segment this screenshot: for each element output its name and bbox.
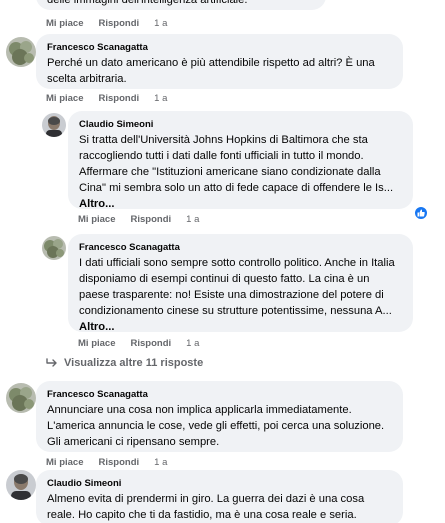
timestamp[interactable]: 1 a	[186, 214, 199, 225]
reply-bubble: Claudio Simeoni Si tratta dell'Universit…	[68, 111, 413, 212]
like-link[interactable]: Mi piace	[78, 214, 116, 225]
see-more-link[interactable]: Altro...	[79, 196, 402, 212]
reply-link[interactable]: Rispondi	[99, 93, 140, 104]
avatar[interactable]	[42, 113, 66, 137]
comment-text: Annunciare una cosa non implica applicar…	[47, 404, 385, 448]
author-name[interactable]: Francesco Scanagatta	[47, 388, 392, 401]
like-thumb-icon	[417, 209, 425, 217]
view-more-replies-label: Visualizza altre 11 risposte	[64, 357, 204, 369]
timestamp[interactable]: 1 a	[154, 93, 167, 104]
view-more-replies-link[interactable]: Visualizza altre 11 risposte	[46, 357, 203, 369]
timestamp[interactable]: 1 a	[154, 18, 167, 29]
like-link[interactable]: Mi piace	[46, 18, 84, 29]
comment-actions: Mi piace Rispondi 1 a	[46, 93, 167, 104]
comment-text: Almeno evita di prendermi in giro. La gu…	[47, 493, 365, 521]
author-name[interactable]: Francesco Scanagatta	[47, 41, 392, 54]
comment-bubble: Claudio Simeoni Almeno evita di prenderm…	[36, 470, 403, 523]
reply-text: Si tratta dell'Università Johns Hopkins …	[79, 134, 394, 194]
comment-text: Perché un dato americano è più attendibi…	[47, 57, 375, 85]
previous-comment-text: delle immagini dell'intelligenza artific…	[47, 0, 248, 6]
reply-arrow-icon	[46, 358, 57, 367]
reply-actions: Mi piace Rispondi 1 a	[78, 338, 199, 349]
timestamp[interactable]: 1 a	[154, 457, 167, 468]
reply-link[interactable]: Rispondi	[131, 214, 172, 225]
avatar[interactable]	[6, 383, 36, 413]
like-reaction-badge[interactable]	[414, 206, 428, 220]
avatar[interactable]	[6, 37, 36, 67]
comment-bubble: Francesco Scanagatta Annunciare una cosa…	[36, 381, 403, 452]
previous-comment-bubble: delle immagini dell'intelligenza artific…	[36, 0, 326, 10]
reply-text: I dati ufficiali sono sempre sotto contr…	[79, 257, 395, 317]
author-name[interactable]: Claudio Simeoni	[79, 118, 402, 131]
previous-comment-actions: Mi piace Rispondi 1 a	[46, 18, 167, 29]
avatar[interactable]	[6, 470, 36, 500]
reply-actions: Mi piace Rispondi 1 a	[78, 214, 199, 225]
comment-actions: Mi piace Rispondi 1 a	[46, 457, 167, 468]
see-more-link[interactable]: Altro...	[79, 319, 402, 335]
reply-link[interactable]: Rispondi	[99, 18, 140, 29]
reply-bubble: Francesco Scanagatta I dati ufficiali so…	[68, 234, 413, 335]
timestamp[interactable]: 1 a	[186, 338, 199, 349]
avatar[interactable]	[42, 236, 66, 260]
comment-bubble: Francesco Scanagatta Perché un dato amer…	[36, 34, 403, 89]
author-name[interactable]: Francesco Scanagatta	[79, 241, 402, 254]
like-link[interactable]: Mi piace	[46, 93, 84, 104]
reply-link[interactable]: Rispondi	[131, 338, 172, 349]
like-link[interactable]: Mi piace	[78, 338, 116, 349]
reply-link[interactable]: Rispondi	[99, 457, 140, 468]
like-link[interactable]: Mi piace	[46, 457, 84, 468]
author-name[interactable]: Claudio Simeoni	[47, 477, 392, 490]
